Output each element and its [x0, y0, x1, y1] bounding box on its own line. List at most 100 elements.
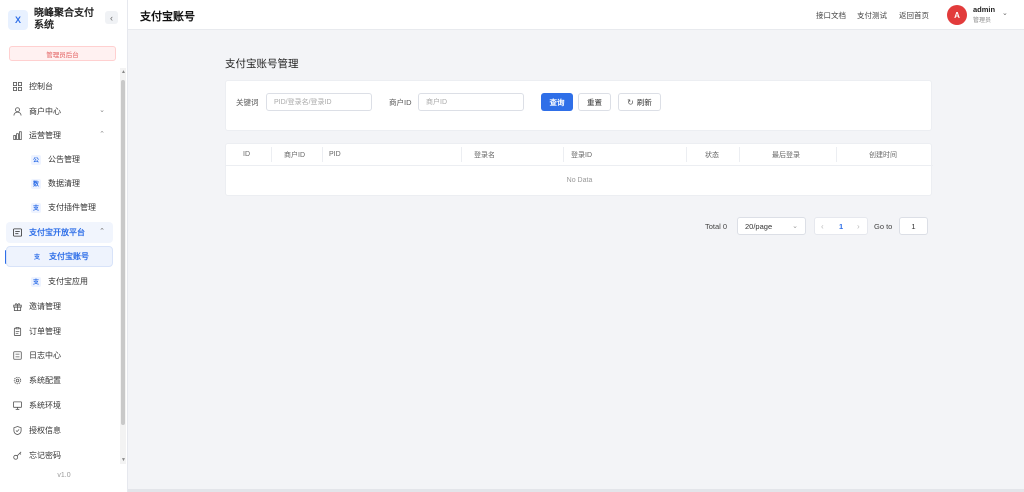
- data-icon: 数: [31, 178, 41, 189]
- version-label: v1.0: [57, 472, 71, 479]
- dashboard-icon: [12, 82, 22, 92]
- column-header: 登录ID: [571, 151, 592, 159]
- sidebar-item-label: 支付插件管理: [48, 203, 96, 212]
- keyword-input[interactable]: PID/登录名/登录ID: [266, 93, 372, 111]
- accounts-table: ID 商户ID PID 登录名 登录ID 状态 最后登录 创建时间 No Dat…: [225, 143, 933, 196]
- merchant-id-input[interactable]: 商户ID: [418, 93, 524, 111]
- column-separator: [563, 147, 564, 162]
- chevron-left-icon[interactable]: ‹: [105, 11, 118, 24]
- sidebar-item-announcements[interactable]: 公 公告管理: [6, 149, 113, 170]
- refresh-button[interactable]: ↻ 刷新: [618, 93, 661, 111]
- sidebar-item-payment-plugins[interactable]: 支 支付插件管理: [6, 197, 113, 218]
- merchant-id-label: 商户ID: [389, 98, 412, 107]
- top-header: 支付宝账号 接口文档 支付测试 返回首页 A admin 管理员 ⌄: [128, 0, 1024, 30]
- log-icon: [12, 351, 22, 361]
- column-header: 商户ID: [284, 151, 305, 159]
- column-separator: [271, 147, 272, 162]
- refresh-label: 刷新: [636, 97, 652, 107]
- page-size-value: 20/page: [745, 221, 773, 231]
- pager: ‹ 1 ›: [814, 217, 868, 235]
- prev-page-icon[interactable]: ‹: [821, 222, 824, 231]
- sidebar-item-label: 数据清理: [48, 179, 80, 188]
- sidebar-item-merchant[interactable]: 商户中心 ⌄: [6, 101, 113, 122]
- sidebar-item-label: 商户中心: [29, 107, 61, 116]
- api-docs-link[interactable]: 接口文档: [816, 10, 846, 21]
- sidebar: X 晓峰聚合支付系统 ‹ 管理员后台 控制台 商户中心 ⌄ 运营管理 ⌃ 公 公…: [0, 0, 128, 492]
- key-icon: [12, 451, 22, 461]
- column-separator: [836, 147, 837, 162]
- sidebar-item-forgot-password[interactable]: 忘记密码: [6, 445, 113, 466]
- next-page-icon[interactable]: ›: [857, 222, 860, 231]
- sidebar-item-label: 控制台: [29, 82, 53, 91]
- clipboard-icon: [12, 327, 22, 337]
- filter-card: 关键词 PID/登录名/登录ID 商户ID 商户ID 查询 重置 ↻ 刷新: [225, 80, 932, 131]
- payment-icon: 支: [31, 202, 41, 213]
- sidebar-scrollbar[interactable]: ▲ ▼: [120, 68, 126, 464]
- scroll-up-icon[interactable]: ▲: [121, 69, 126, 75]
- page-size-select[interactable]: 20/page ⌄: [737, 217, 806, 235]
- user-icon: [12, 107, 22, 117]
- shield-icon: [12, 426, 22, 436]
- reset-button[interactable]: 重置: [578, 93, 611, 111]
- chevron-down-icon: ⌄: [792, 223, 798, 230]
- sidebar-item-logs[interactable]: 日志中心: [6, 345, 113, 366]
- column-separator: [461, 147, 462, 162]
- pagination-total: Total 0: [705, 222, 728, 231]
- current-page[interactable]: 1: [839, 222, 843, 231]
- query-button[interactable]: 查询: [541, 93, 573, 111]
- brand-name: 晓峰聚合支付系统: [34, 8, 94, 31]
- sidebar-item-alipay-accounts[interactable]: 支 支付宝账号: [6, 246, 113, 267]
- sidebar-item-alipay-apps[interactable]: 支 支付宝应用: [6, 271, 113, 292]
- alipay-icon: 支: [32, 251, 42, 262]
- sidebar-item-label: 支付宝账号: [49, 252, 89, 261]
- sidebar-item-label: 支付宝应用: [48, 277, 88, 286]
- sidebar-item-alipay-open-platform[interactable]: 支付宝开放平台 ⌃: [6, 222, 113, 243]
- refresh-icon: ↻: [627, 97, 634, 107]
- column-header: 最后登录: [772, 151, 800, 159]
- section-title: 支付宝账号管理: [225, 58, 299, 70]
- sidebar-item-data-cleanup[interactable]: 数 数据清理: [6, 173, 113, 194]
- avatar[interactable]: A: [947, 5, 967, 25]
- admin-badge: 管理员后台: [9, 46, 116, 61]
- chevron-up-icon: ⌃: [99, 131, 105, 138]
- sidebar-item-label: 系统环境: [29, 401, 61, 410]
- sidebar-item-operations[interactable]: 运营管理 ⌃: [6, 125, 113, 146]
- column-header: PID: [329, 151, 341, 158]
- sidebar-item-system-env[interactable]: 系统环境: [6, 395, 113, 416]
- card-icon: [12, 228, 22, 238]
- payment-test-link[interactable]: 支付测试: [857, 10, 887, 21]
- sidebar-item-label: 支付宝开放平台: [29, 228, 85, 237]
- chart-icon: [12, 131, 22, 141]
- column-separator: [739, 147, 740, 162]
- column-separator: [322, 147, 323, 162]
- sidebar-item-label: 授权信息: [29, 426, 61, 435]
- goto-input[interactable]: 1: [899, 217, 928, 235]
- chevron-up-icon: ⌃: [99, 228, 105, 235]
- sidebar-item-orders[interactable]: 订单管理: [6, 321, 113, 342]
- page-title: 支付宝账号: [140, 11, 195, 23]
- monitor-icon: [12, 401, 22, 411]
- empty-state: No Data: [566, 177, 593, 184]
- scrollbar-thumb[interactable]: [121, 80, 125, 425]
- alipay-icon: 支: [31, 276, 41, 287]
- sidebar-item-label: 运营管理: [29, 131, 61, 140]
- sidebar-item-system-config[interactable]: 系统配置: [6, 370, 113, 391]
- sidebar-item-label: 忘记密码: [29, 451, 61, 460]
- chevron-down-icon[interactable]: ⌄: [1002, 9, 1008, 17]
- column-header: ID: [243, 151, 250, 158]
- keyword-label: 关键词: [236, 98, 259, 107]
- sidebar-item-invitations[interactable]: 邀请管理: [6, 296, 113, 317]
- sidebar-item-label: 系统配置: [29, 376, 61, 385]
- sidebar-item-label: 邀请管理: [29, 302, 61, 311]
- home-link[interactable]: 返回首页: [899, 10, 929, 21]
- sidebar-item-dashboard[interactable]: 控制台: [6, 76, 113, 97]
- user-name[interactable]: admin: [973, 5, 995, 14]
- sidebar-item-label: 公告管理: [48, 155, 80, 164]
- sidebar-item-license[interactable]: 授权信息: [6, 420, 113, 441]
- column-header: 创建时间: [869, 151, 897, 159]
- scroll-down-icon[interactable]: ▼: [121, 457, 126, 463]
- user-role: 管理员: [973, 18, 992, 24]
- sidebar-item-label: 订单管理: [29, 327, 61, 336]
- gift-icon: [12, 302, 22, 312]
- brand-logo: X: [8, 10, 28, 30]
